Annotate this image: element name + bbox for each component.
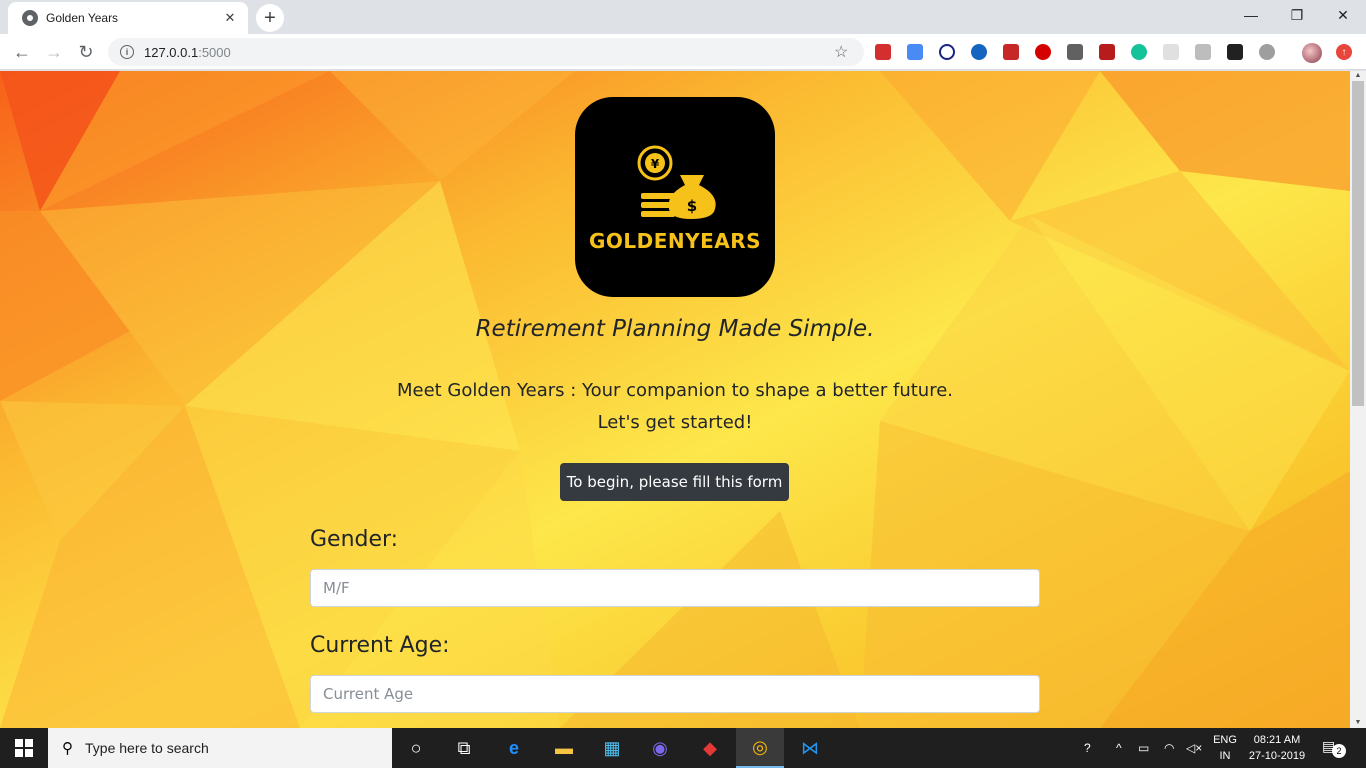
current-age-label: Current Age:: [310, 633, 450, 658]
vscode-icon[interactable]: ⋈: [786, 728, 834, 768]
new-tab-button[interactable]: +: [256, 4, 284, 32]
info-icon[interactable]: i: [120, 45, 134, 59]
cortana-icon[interactable]: ○: [392, 728, 440, 768]
browser-toolbar: ← → ↻ i 127.0.0.1:5000 ☆ ↑: [0, 34, 1366, 70]
taskbar-search-box[interactable]: ⚲ Type here to search: [48, 728, 392, 768]
scroll-up-icon[interactable]: ▲: [1350, 71, 1366, 81]
eclipse-icon[interactable]: ◉: [636, 728, 684, 768]
taskbar-clock[interactable]: 08:21 AM 27-10-2019: [1246, 732, 1308, 764]
money-bag-coins-icon: ¥ $: [637, 145, 716, 219]
scrollbar-thumb[interactable]: [1352, 81, 1364, 406]
taskbar-search-placeholder: Type here to search: [85, 740, 209, 756]
extension-translate-icon[interactable]: [907, 44, 923, 60]
golden-years-logo: ¥ $ GOLDENYEARS: [575, 97, 775, 297]
clock-date: 27-10-2019: [1248, 750, 1306, 762]
back-icon[interactable]: ←: [8, 38, 36, 66]
show-hidden-icons-icon[interactable]: ^: [1116, 728, 1122, 768]
extension-pdf-icon[interactable]: [1099, 44, 1115, 60]
profile-avatar[interactable]: [1302, 43, 1322, 63]
extension-eye-icon[interactable]: [971, 44, 987, 60]
file-explorer-icon[interactable]: ▬: [540, 728, 588, 768]
tab-strip: Golden Years ✕ + — ❐ ✕: [0, 0, 1366, 34]
store-icon[interactable]: ▦: [588, 728, 636, 768]
extension-k-icon[interactable]: [1195, 44, 1211, 60]
restore-button[interactable]: ❐: [1274, 0, 1320, 30]
windows-taskbar: ⚲ Type here to search ○ ⧉ e ▬ ▦ ◉ ◆ ◎ ⋈ …: [0, 728, 1366, 768]
extension-cloud-icon[interactable]: [1259, 44, 1275, 60]
update-icon[interactable]: ↑: [1336, 44, 1352, 60]
lang-line-1: ENG: [1213, 734, 1237, 746]
address-bar[interactable]: i 127.0.0.1:5000: [108, 38, 864, 66]
extension-m-icon[interactable]: [1067, 44, 1083, 60]
url-host: 127.0.0.1: [144, 44, 199, 60]
notification-center-icon[interactable]: ▤ 2: [1322, 738, 1346, 758]
globe-icon: [22, 10, 38, 26]
page-scrollbar[interactable]: ▲ ▼: [1350, 71, 1366, 728]
extension-help-icon[interactable]: [1035, 44, 1051, 60]
intro-line-2: Let's get started!: [597, 412, 753, 433]
svg-text:¥: ¥: [651, 157, 660, 171]
windows-logo-icon: [15, 739, 33, 757]
intro-text: Meet Golden Years : Your companion to sh…: [0, 375, 1350, 439]
extension-grammarly-icon[interactable]: [1131, 44, 1147, 60]
lang-line-2: IN: [1219, 750, 1231, 762]
extension-lastpass-icon[interactable]: [875, 44, 891, 60]
svg-text:$: $: [687, 197, 697, 215]
wifi-icon[interactable]: ◠: [1164, 728, 1174, 768]
help-tray-icon[interactable]: ?: [1084, 728, 1091, 768]
windows-start-button[interactable]: [0, 728, 48, 768]
extension-block-icon[interactable]: [939, 44, 955, 60]
language-indicator[interactable]: ENG IN: [1210, 732, 1240, 764]
page-viewport: ¥ $ GOLDENYEARS Retirement Planning Made…: [0, 71, 1350, 728]
begin-form-button[interactable]: To begin, please fill this form: [560, 463, 789, 501]
gender-label: Gender:: [310, 527, 399, 552]
scroll-down-icon[interactable]: ▼: [1350, 718, 1366, 728]
search-icon: ⚲: [62, 740, 73, 757]
current-age-input[interactable]: [310, 675, 1040, 713]
window-close-button[interactable]: ✕: [1320, 0, 1366, 30]
logo-wordmark: GOLDENYEARS: [588, 229, 762, 253]
chrome-icon[interactable]: ◎: [736, 728, 784, 768]
extension-keepa-icon[interactable]: [1227, 44, 1243, 60]
minimize-button[interactable]: —: [1228, 0, 1274, 30]
reload-icon[interactable]: ↻: [72, 38, 100, 66]
tab-title: Golden Years: [46, 11, 119, 25]
notification-count: 2: [1332, 744, 1346, 758]
edge-icon[interactable]: e: [490, 728, 538, 768]
gender-input[interactable]: [310, 569, 1040, 607]
browser-tab[interactable]: Golden Years ✕: [8, 2, 248, 34]
volume-muted-icon[interactable]: ◁×: [1186, 728, 1202, 768]
url-text: 127.0.0.1:5000: [144, 45, 231, 60]
close-tab-icon[interactable]: ✕: [222, 10, 238, 26]
intro-line-1: Meet Golden Years : Your companion to sh…: [396, 380, 954, 401]
battery-icon[interactable]: ▭: [1138, 728, 1149, 768]
bookmark-star-icon[interactable]: ☆: [834, 42, 848, 62]
url-port: :5000: [198, 44, 231, 60]
extension-off-icon[interactable]: [1163, 44, 1179, 60]
tagline: Retirement Planning Made Simple.: [475, 316, 875, 342]
forward-icon[interactable]: →: [40, 38, 68, 66]
extension-book-icon[interactable]: [1003, 44, 1019, 60]
acrobat-icon[interactable]: ◆: [686, 728, 734, 768]
task-view-icon[interactable]: ⧉: [440, 728, 488, 768]
clock-time: 08:21 AM: [1253, 734, 1301, 746]
